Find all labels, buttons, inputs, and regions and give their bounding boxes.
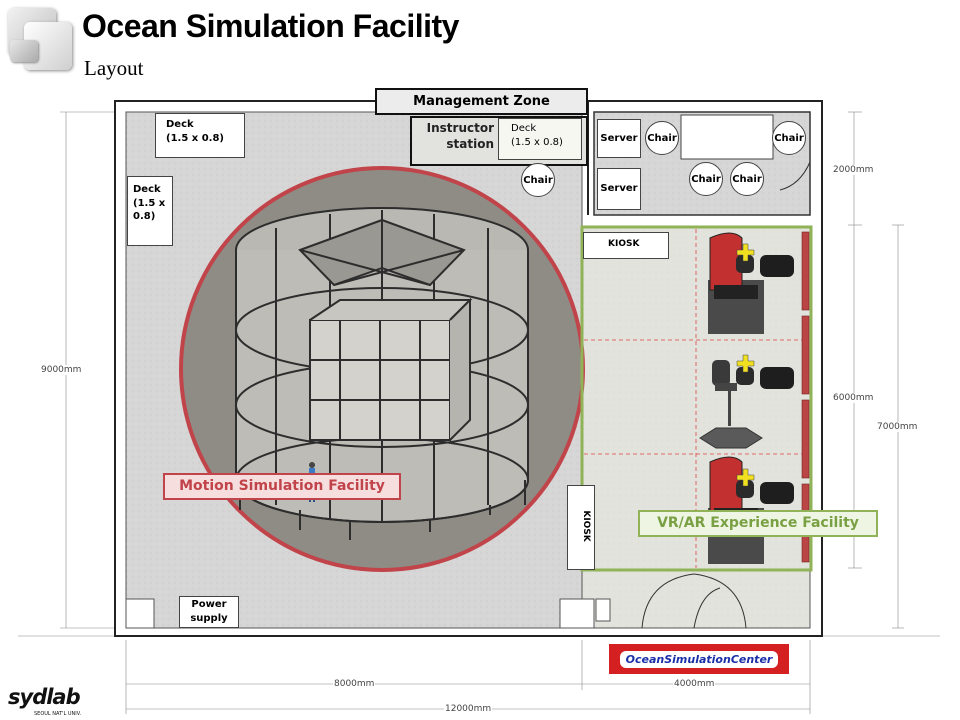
dim-12000: 12000mm bbox=[444, 704, 493, 714]
dim-4000: 4000mm bbox=[673, 679, 716, 689]
server-2: Server bbox=[597, 168, 641, 210]
chair-2: Chair bbox=[772, 121, 806, 155]
chair-1: Chair bbox=[645, 121, 679, 155]
dim-6000: 6000mm bbox=[832, 393, 875, 403]
sydlab-sub: SEOUL NAT'L UNIV. bbox=[34, 711, 82, 717]
motion-facility-label: Motion Simulation Facility bbox=[163, 473, 401, 500]
deck-left: Deck (1.5 x 0.8) bbox=[127, 176, 173, 246]
dim-7000: 7000mm bbox=[876, 422, 919, 432]
vrar-facility-label: VR/AR Experience Facility bbox=[638, 510, 878, 537]
deck-instructor: Deck (1.5 x 0.8) bbox=[498, 118, 582, 160]
deck-top-left: Deck (1.5 x 0.8) bbox=[155, 113, 245, 158]
sydlab-logo: sydlab SEOUL NAT'L UNIV. bbox=[8, 685, 82, 717]
dim-9000: 9000mm bbox=[40, 365, 83, 375]
kiosk-top: KIOSK bbox=[583, 232, 669, 259]
dim-8000: 8000mm bbox=[333, 679, 376, 689]
management-zone-text: Management Zone bbox=[413, 93, 550, 109]
server-1: Server bbox=[597, 119, 641, 158]
chair-4: Chair bbox=[730, 162, 764, 196]
dim-2000: 2000mm bbox=[832, 165, 875, 175]
management-zone-label: Management Zone bbox=[375, 88, 588, 115]
instructor-station: Instructor station bbox=[426, 121, 494, 152]
osc-logo: OceanSimulationCenter bbox=[609, 644, 789, 674]
kiosk-side: KIOSK bbox=[567, 485, 595, 570]
chair-3: Chair bbox=[689, 162, 723, 196]
chair-5: Chair bbox=[521, 163, 555, 197]
osc-logo-text: OceanSimulationCenter bbox=[619, 650, 779, 668]
power-supply: Power supply bbox=[179, 596, 239, 628]
